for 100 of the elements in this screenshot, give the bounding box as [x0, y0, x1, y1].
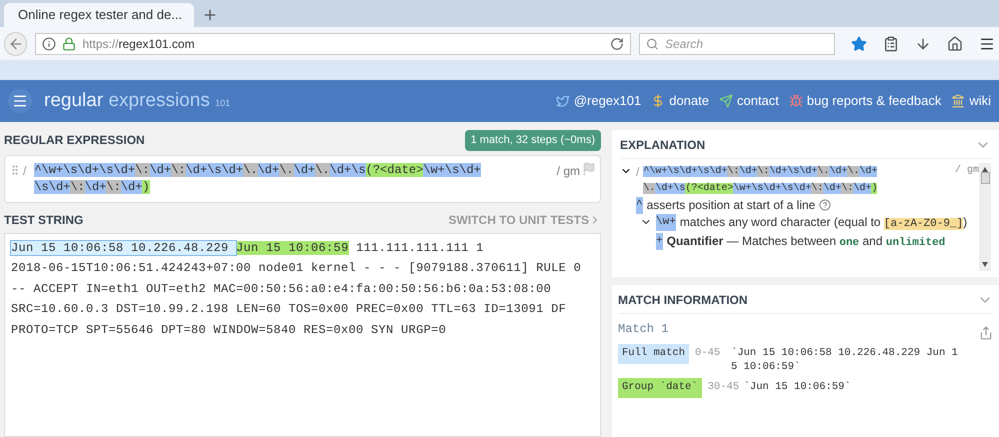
section-title: TEST STRING — [4, 212, 84, 228]
match-label: Match 1 — [618, 321, 668, 338]
regex-token: \. — [643, 183, 656, 194]
match-status-badge: 1 match, 32 steps (~0ms) — [464, 130, 601, 150]
regex-token: \: — [171, 162, 186, 176]
bird-icon — [556, 94, 570, 108]
nav-link[interactable]: @regex101 — [556, 91, 642, 111]
regex-token: \d+ — [859, 166, 878, 177]
nav-link[interactable]: wiki — [951, 91, 991, 111]
regex-token: \: — [106, 180, 121, 194]
explanation-text: Quantifier — Matches between one and unlimited — [666, 233, 946, 251]
regex-token: \: — [135, 162, 150, 176]
regex-token: \w+\s\d+ — [423, 162, 481, 176]
nav-link[interactable]: donate — [651, 91, 709, 111]
bug-icon — [788, 94, 803, 108]
test-text: 2018-06-15T10:06:51.424243+07:00 node01 kernel - - - [9079188.370611] RULE 0 — [11, 261, 582, 275]
building-icon — [951, 94, 966, 108]
regex-token: (?<date> — [366, 162, 424, 176]
scrollbar[interactable] — [979, 163, 991, 271]
regex-token: \. — [817, 166, 830, 177]
regex-field[interactable]: / ^\w+\s\d+\s\d+\:\d+\:\d+\s\d+\.\d+\.\d+\.\d+\s(?<date>\w+\s\d+ \s\d+\:\d+\:\d+) / gm — [4, 154, 601, 202]
match-range: 30-45 — [708, 380, 740, 395]
test-string-field[interactable] — [4, 232, 601, 437]
regex-token: \d+\s\d+ — [186, 162, 244, 176]
regex-token: \. — [315, 162, 330, 176]
logo-text[interactable]: regular expressions 101 — [44, 86, 230, 116]
url-text: https://regex101.com — [82, 36, 196, 52]
search-input[interactable]: Search — [664, 34, 828, 52]
regex-token: \d+ — [853, 183, 872, 194]
menu-icon[interactable] — [979, 36, 996, 52]
regex-token: \: — [841, 183, 854, 194]
regex-token: \d+\s — [330, 162, 366, 176]
search-icon — [646, 36, 659, 50]
test-text: Jun 15 10:06:58 10.226.48.229 — [11, 240, 236, 254]
match-label-tag: Group `date` — [618, 378, 702, 398]
test-text: -- ACCEPT IN=eth1 OUT=eth2 MAC=00:50:56:a0:e4:fa:00:50:56:b6:0a:53:08:00 — [11, 282, 552, 296]
regex-token: ^ — [636, 197, 643, 214]
explanation-text: asserts position at start of a line — [646, 197, 816, 214]
regex-token: \: — [757, 166, 770, 177]
regex-token: \d+\s — [655, 183, 686, 194]
nav-link[interactable]: bug reports & feedback — [788, 91, 942, 111]
search-field[interactable]: Search — [639, 32, 836, 54]
clipboard-icon[interactable] — [883, 36, 900, 52]
explanation-text: matches any word character (equal to [a-zA-Z0-9_]) — [680, 214, 968, 232]
delimiter: / — [636, 164, 640, 181]
star-icon[interactable] — [851, 36, 868, 52]
section-title: REGULAR EXPRESSION — [4, 132, 145, 150]
match-label-tag: Full match — [618, 344, 690, 364]
regex-token: \. — [279, 162, 294, 176]
nav-link[interactable]: contact — [718, 91, 779, 111]
test-text: SRC=10.60.0.3 DST=10.99.2.198 LEN=60 TOS=0x00 PREC=0x00 TTL=63 ID=13091 DF — [11, 302, 566, 316]
regex-token: \w+\s\d+\s\d+ — [733, 183, 812, 194]
new-tab-icon[interactable] — [202, 7, 218, 23]
regex-token: + — [656, 233, 663, 250]
home-icon[interactable] — [947, 36, 964, 52]
regex-token: \d+\s\d+ — [769, 166, 818, 177]
regex-token: ) — [871, 183, 878, 194]
regex-token: \d+ — [829, 166, 848, 177]
test-text: 111.111.111.111 1 — [355, 240, 484, 254]
share-icon[interactable] — [979, 326, 993, 340]
regex-token: \. — [847, 166, 860, 177]
test-text: Jun 15 10:06:59 — [236, 240, 349, 254]
regex-token: ) — [142, 180, 150, 194]
section-title: MATCH INFORMATION — [618, 292, 748, 309]
delimiter: / — [23, 162, 26, 180]
regex-token: \d+ — [150, 162, 172, 176]
test-text: PROTO=TCP SPT=55646 DPT=80 WINDOW=5840 RES=0x00 SYN URGP=0 — [11, 322, 446, 336]
info-icon[interactable] — [42, 36, 56, 50]
regex-token: \d+ — [294, 162, 316, 176]
match-range: 0-45 — [695, 346, 722, 361]
regex-flags[interactable]: / gm — [556, 162, 580, 196]
reload-icon[interactable] — [610, 36, 624, 50]
regex-token: ^\w+\s\d+\s\d+ — [34, 162, 136, 176]
match-value: `Jun 15 10:06:59` — [744, 380, 852, 394]
regex-token: \: — [727, 166, 740, 177]
paper-plane-icon — [718, 94, 733, 108]
scroll-down-icon[interactable] — [982, 262, 988, 267]
regex-token: \d+ — [739, 166, 758, 177]
lock-icon — [62, 36, 76, 50]
regex-token: \d+ — [84, 180, 106, 194]
regex-token: \d+ — [120, 180, 142, 194]
regex-token: \w+ — [656, 214, 676, 231]
tab-title: Online regex tester and de... — [18, 6, 182, 24]
scroll-thumb[interactable] — [980, 172, 990, 184]
match-value: `Jun 15 10:06:58 10.226.48.229 Jun 15 10:06:59` — [731, 346, 958, 374]
regex-token: \: — [811, 183, 824, 194]
regex-token: \. — [243, 162, 258, 176]
section-title: EXPLANATION — [620, 137, 706, 154]
menu-button[interactable] — [8, 89, 32, 113]
regex-token: (?<date> — [685, 183, 734, 194]
back-button[interactable] — [4, 32, 28, 56]
address-bar[interactable]: https://regex101.com — [35, 32, 632, 54]
regex-flags: / gm — [954, 164, 979, 178]
menu-icon — [12, 93, 28, 109]
help-icon[interactable] — [819, 199, 832, 211]
browser-tab[interactable]: Online regex tester and de... — [4, 3, 194, 27]
regex-token: \d+ — [258, 162, 280, 176]
regex-token: \d+ — [823, 183, 842, 194]
switch-unit-tests-link[interactable]: SWITCH TO UNIT TESTS — [448, 210, 601, 228]
regex-token: ^\w+\s\d+\s\d+ — [643, 166, 728, 177]
